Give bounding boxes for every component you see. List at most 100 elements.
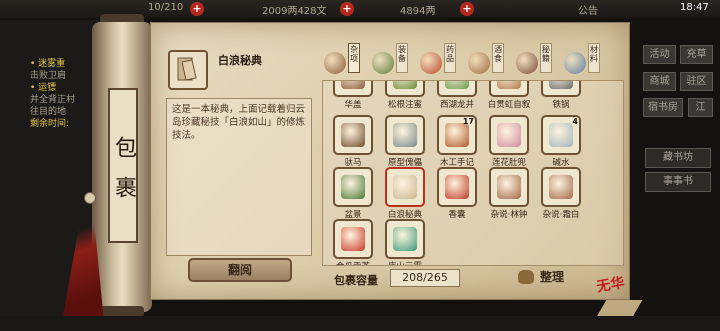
tab-label: 酒食 — [492, 43, 504, 73]
item-icon — [549, 123, 573, 147]
item-slot[interactable]: 17 — [437, 115, 477, 155]
tab-label: 杂项 — [348, 43, 360, 73]
tassel-knob — [84, 192, 96, 204]
notice-label[interactable]: 公告 — [578, 2, 598, 17]
tab-icon — [372, 52, 394, 74]
money-value: 2009两428文 — [262, 6, 327, 17]
capacity-value: 208/265 — [390, 269, 460, 287]
read-button[interactable]: 翻阅 — [188, 258, 292, 282]
bag-title-label: 包裹 — [108, 88, 138, 243]
item-name: 松根注蜜 — [387, 100, 422, 110]
item-icon — [445, 81, 469, 89]
river-button[interactable]: 江 — [688, 98, 713, 117]
tab-label: 秘籍 — [540, 43, 552, 73]
tab-3[interactable]: 药品 — [418, 43, 460, 78]
item-icon — [497, 123, 521, 147]
item-slot[interactable] — [541, 167, 581, 207]
item-description: 这是一本秘典，上面记载着归云岛珍藏秘技「白浪如山」的修炼技法。 — [166, 98, 312, 256]
quest-line: 击败卫肩 — [30, 71, 67, 81]
tab-label: 药品 — [444, 43, 456, 73]
item-slot[interactable] — [333, 167, 373, 207]
sort-button[interactable]: 整理 — [518, 266, 574, 288]
item-icon — [341, 81, 365, 89]
add-money-button[interactable]: + — [340, 2, 354, 16]
item-slot[interactable] — [489, 115, 529, 155]
quest-line: 剩余时间: — [30, 119, 70, 129]
item-icon — [549, 81, 573, 89]
seal-logo: 无华 — [595, 274, 626, 296]
activity-button[interactable]: 活动 — [643, 45, 676, 64]
item-count: 17 — [462, 117, 474, 126]
bag-sort-icon — [518, 270, 534, 284]
quest-line: 并全背正村 — [30, 95, 76, 105]
item-count: 4 — [572, 117, 578, 126]
item-slot[interactable] — [333, 115, 373, 155]
item-icon — [549, 175, 573, 199]
item-name: 华盖 — [344, 100, 362, 110]
item-slot[interactable] — [385, 81, 425, 97]
selected-item-name: 白浪秘典 — [218, 54, 262, 67]
tab-5[interactable]: 秘籍 — [514, 43, 556, 78]
item-slot[interactable] — [385, 115, 425, 155]
add-stamina-button[interactable]: + — [190, 2, 204, 16]
item-name: 金瓜贡茶 — [325, 260, 381, 265]
item-icon — [497, 81, 521, 89]
selected-item-icon — [168, 50, 208, 90]
item-name: 铁锅 — [552, 100, 570, 110]
item-icon — [393, 227, 417, 251]
tab-icon — [516, 52, 538, 74]
library-button[interactable]: 宿书房 — [643, 98, 683, 117]
item-icon — [393, 123, 417, 147]
item-slot[interactable] — [489, 81, 529, 97]
item-icon — [445, 175, 469, 199]
shop-button[interactable]: 商城 — [643, 72, 676, 91]
item-icon — [341, 175, 365, 199]
sort-label: 整理 — [540, 270, 565, 284]
add-gem-button[interactable]: + — [460, 2, 474, 16]
item-slot[interactable] — [333, 81, 373, 97]
tab-icon — [564, 52, 586, 74]
item-name: 香囊 — [448, 210, 466, 220]
tab-icon — [324, 52, 346, 74]
clock: 18:47 — [680, 2, 709, 13]
item-name: 杂说·林钟 — [490, 210, 528, 220]
tab-4[interactable]: 酒食 — [466, 43, 508, 78]
recharge-button[interactable]: 充草 — [680, 45, 713, 64]
station-button[interactable]: 驻区 — [680, 72, 713, 91]
item-icon — [445, 123, 469, 147]
item-name: 白贯虹自叙 — [487, 100, 531, 110]
item-slot[interactable] — [385, 219, 425, 259]
quest-line: 往目的地 — [30, 107, 67, 117]
tab-label: 装备 — [396, 43, 408, 73]
gem-value: 4894两 — [400, 6, 436, 17]
bottom-bar — [0, 316, 720, 331]
tab-label: 材料 — [588, 43, 600, 73]
capacity-label: 包裹容量 — [334, 274, 378, 287]
tab-1[interactable]: 杂项 — [322, 43, 364, 78]
item-slot[interactable] — [437, 81, 477, 97]
item-slot[interactable] — [489, 167, 529, 207]
item-icon — [393, 81, 417, 89]
item-icon — [341, 123, 365, 147]
item-slot[interactable] — [541, 81, 581, 97]
item-icon — [341, 227, 365, 251]
item-grid[interactable]: 华盖 松根注蜜 西湖龙井 白贯虹自叙 铁锅 驮马 原型傀儡 17 木工手记 莲花肚兜 4 碱水 盆景 白浪… — [322, 80, 624, 266]
item-slot[interactable]: 4 — [541, 115, 581, 155]
tab-2[interactable]: 装备 — [370, 43, 412, 78]
item-name: 西湖龙井 — [439, 100, 474, 110]
tab-icon — [468, 52, 490, 74]
item-slot[interactable] — [333, 219, 373, 259]
category-tabs: 杂项 装备 药品 酒食 秘籍 材料 — [322, 43, 624, 78]
item-slot[interactable] — [385, 167, 425, 207]
item-name: 庐山云雾 — [377, 260, 433, 265]
item-slot[interactable] — [437, 167, 477, 207]
quest-line: • 迷雾重 — [30, 59, 66, 69]
item-icon — [393, 175, 417, 199]
cangshu-button[interactable]: 藏书坊 — [645, 148, 711, 168]
quest-line: • 运镖 — [30, 83, 57, 93]
shishi-button[interactable]: 事事书 — [645, 172, 711, 192]
item-name: 杂说·霜白 — [542, 210, 580, 220]
tab-icon — [420, 52, 442, 74]
item-icon — [497, 175, 521, 199]
tab-6[interactable]: 材料 — [562, 43, 604, 78]
